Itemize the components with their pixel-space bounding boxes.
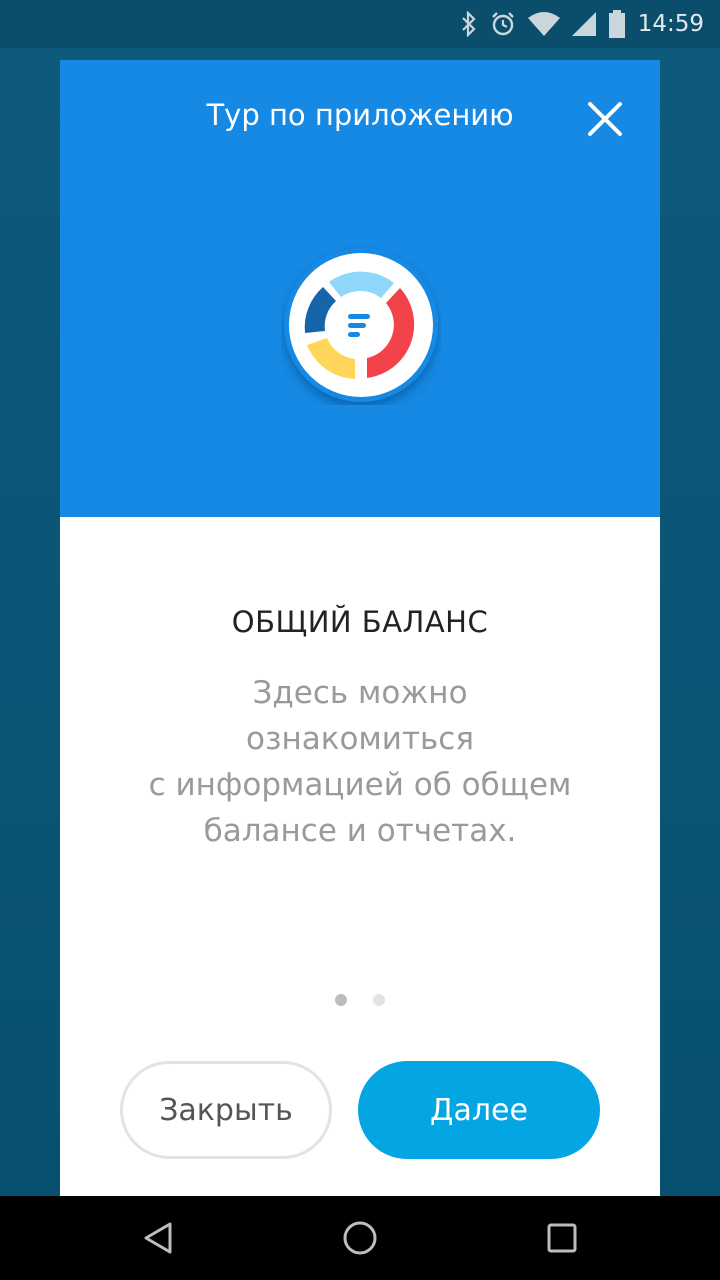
recents-icon[interactable] — [540, 1216, 584, 1260]
close-button[interactable]: Закрыть — [120, 1061, 332, 1159]
bluetooth-icon — [460, 11, 478, 37]
page-dot-inactive[interactable] — [373, 994, 385, 1006]
wifi-icon — [527, 12, 560, 36]
section-heading: ОБЩИЙ БАЛАНС — [231, 605, 489, 639]
status-bar: 14:59 — [0, 0, 720, 48]
description-line: балансе и отчетах. — [203, 813, 517, 849]
page-indicator — [60, 994, 660, 1006]
next-button[interactable]: Далее — [358, 1061, 600, 1159]
home-icon[interactable] — [338, 1216, 382, 1260]
app-tour-dialog: Тур по приложению ОБЩИЙ БАЛАНС Здесь мож… — [60, 60, 660, 1220]
balance-logo-icon — [281, 245, 441, 405]
description-line: Здесь можно — [252, 675, 468, 711]
description-line: с информацией об общем — [148, 767, 572, 803]
alarm-icon — [490, 11, 516, 37]
close-icon[interactable] — [580, 94, 630, 144]
navigation-bar — [0, 1196, 720, 1280]
status-time: 14:59 — [637, 11, 704, 37]
dialog-title: Тур по приложению — [206, 98, 514, 132]
battery-icon — [608, 10, 626, 38]
description-line: ознакомиться — [246, 721, 474, 757]
back-icon[interactable] — [136, 1216, 180, 1260]
page-dot-active[interactable] — [335, 994, 347, 1006]
signal-icon — [571, 12, 596, 36]
section-description: Здесь можно ознакомиться с информацией о… — [100, 670, 620, 854]
dialog-header: Тур по приложению — [60, 60, 660, 517]
